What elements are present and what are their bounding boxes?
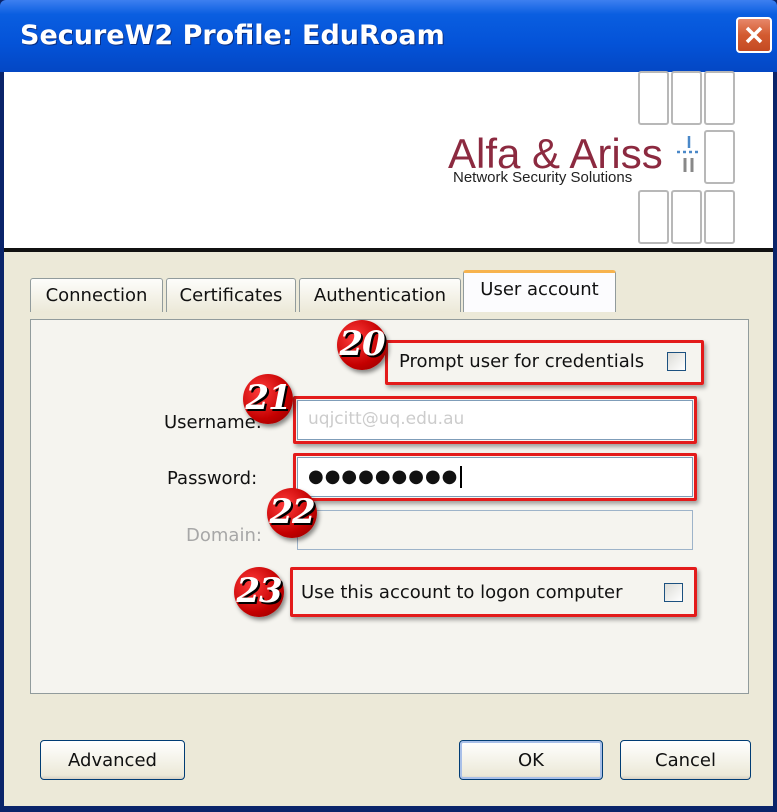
- tab-user-account[interactable]: User account: [463, 270, 616, 312]
- annotation-badge-21: 21: [243, 374, 293, 424]
- ok-button[interactable]: OK: [459, 740, 603, 780]
- annotation-badge-20: 20: [337, 320, 387, 370]
- user-account-panel: Prompt user for credentials Username: uq…: [30, 319, 749, 694]
- username-field[interactable]: uqjcitt@uq.edu.au: [297, 400, 693, 440]
- window-title: SecureW2 Profile: EduRoam: [20, 20, 445, 51]
- password-mask: ●●●●●●●●●: [308, 466, 459, 487]
- domain-label: Domain:: [186, 525, 262, 546]
- dialog-window: SecureW2 Profile: EduRoam Alfa & Ariss N…: [0, 0, 777, 812]
- password-label: Password:: [167, 468, 258, 489]
- text-caret: [460, 466, 463, 488]
- title-bar[interactable]: SecureW2 Profile: EduRoam: [0, 0, 777, 72]
- tab-connection[interactable]: Connection: [30, 278, 163, 312]
- logo-square: [671, 190, 702, 244]
- logo-tagline: Network Security Solutions: [453, 169, 633, 186]
- annotation-number: 22: [269, 492, 315, 532]
- logo-square: [671, 71, 702, 125]
- annotation-number: 23: [236, 571, 282, 611]
- cancel-button[interactable]: Cancel: [620, 740, 751, 780]
- annotation-number: 21: [245, 378, 291, 418]
- logo-square: [704, 190, 735, 244]
- logon-computer-checkbox[interactable]: [664, 583, 683, 602]
- logo-square: [638, 190, 669, 244]
- prompt-credentials-label: Prompt user for credentials: [399, 351, 645, 372]
- password-field[interactable]: ●●●●●●●●●: [297, 457, 693, 497]
- close-icon: [745, 26, 763, 44]
- annotation-number: 20: [339, 324, 385, 364]
- tab-certificates[interactable]: Certificates: [166, 278, 296, 312]
- prompt-credentials-checkbox[interactable]: [667, 352, 686, 371]
- logo-square: [638, 71, 669, 125]
- logo-square: [704, 71, 735, 125]
- annotation-badge-22: 22: [267, 488, 317, 538]
- domain-field[interactable]: [297, 510, 693, 550]
- annotation-badge-23: 23: [234, 567, 284, 617]
- dialog-client: Alfa & Ariss Network Security Solutions: [4, 71, 773, 806]
- logo-square: [704, 130, 735, 184]
- logo-cross-icon: [677, 136, 701, 172]
- tab-authentication[interactable]: Authentication: [299, 278, 461, 312]
- advanced-button[interactable]: Advanced: [40, 740, 185, 780]
- logo-banner: Alfa & Ariss Network Security Solutions: [4, 71, 773, 252]
- logon-computer-label: Use this account to logon computer: [301, 582, 623, 603]
- close-button[interactable]: [736, 17, 772, 53]
